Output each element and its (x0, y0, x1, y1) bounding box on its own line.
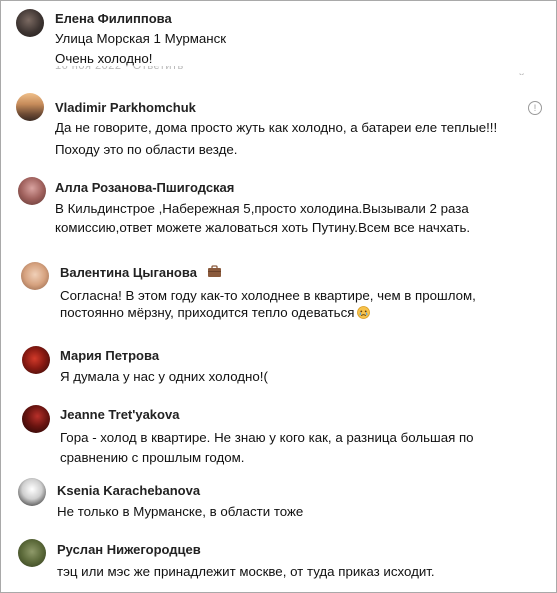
comment-text-line: Я думала у нас у одних холодно!( (60, 369, 268, 384)
avatar[interactable] (22, 405, 50, 433)
comment-text-line: сравнению с прошлым годом. (60, 450, 245, 465)
comment-text-line: Не только в Мурманске, в области тоже (57, 504, 304, 519)
comment-author[interactable]: Валентина Цыганова (60, 265, 197, 280)
comment-text-line: Походу это по области везде. (55, 142, 238, 157)
comment-author[interactable]: Мария Петрова (60, 348, 159, 363)
avatar[interactable] (16, 9, 44, 37)
crying-face-icon (357, 304, 371, 326)
avatar[interactable] (18, 539, 46, 567)
comment-text-line: Да не говорите, дома просто жуть как хол… (55, 120, 498, 135)
comment-text-line-with-emoji: постоянно мёрзну, приходится тепло одева… (60, 302, 371, 326)
comment-footer: 16 ноя 2022 · Ответить (55, 66, 184, 72)
comment-author[interactable]: Ksenia Karachebanova (57, 483, 200, 498)
comment-text-line: тэц или мэс же принадлежит москве, от ту… (57, 564, 435, 579)
chevron-down-icon: ⌄ (517, 67, 527, 75)
comment-author[interactable]: Руслан Нижегородцев (57, 542, 201, 557)
avatar[interactable] (22, 346, 50, 374)
comment-text-line: Гора - холод в квартире. Не знаю у кого … (60, 430, 474, 445)
avatar[interactable] (18, 177, 46, 205)
comment-text-line: постоянно мёрзну, приходится тепло одева… (60, 305, 355, 320)
comment-author[interactable]: Jeanne Tret'yakova (60, 407, 179, 422)
comment-author[interactable]: Алла Розанова-Пшигодская (55, 180, 234, 195)
avatar[interactable] (18, 478, 46, 506)
info-icon[interactable]: ! (528, 101, 542, 115)
avatar[interactable] (21, 262, 49, 290)
comment-author[interactable]: Vladimir Parkhomchuk (55, 100, 196, 115)
comment-text-line: Улица Морская 1 Мурманск (55, 31, 227, 46)
chevron-down-icon: ⌄ (164, 323, 174, 329)
briefcase-icon (207, 265, 222, 283)
comment-text-line: комиссию,ответ можете жаловаться хоть Пу… (55, 220, 471, 235)
avatar[interactable] (16, 93, 44, 121)
comment-author[interactable]: Елена Филиппова (55, 11, 172, 26)
